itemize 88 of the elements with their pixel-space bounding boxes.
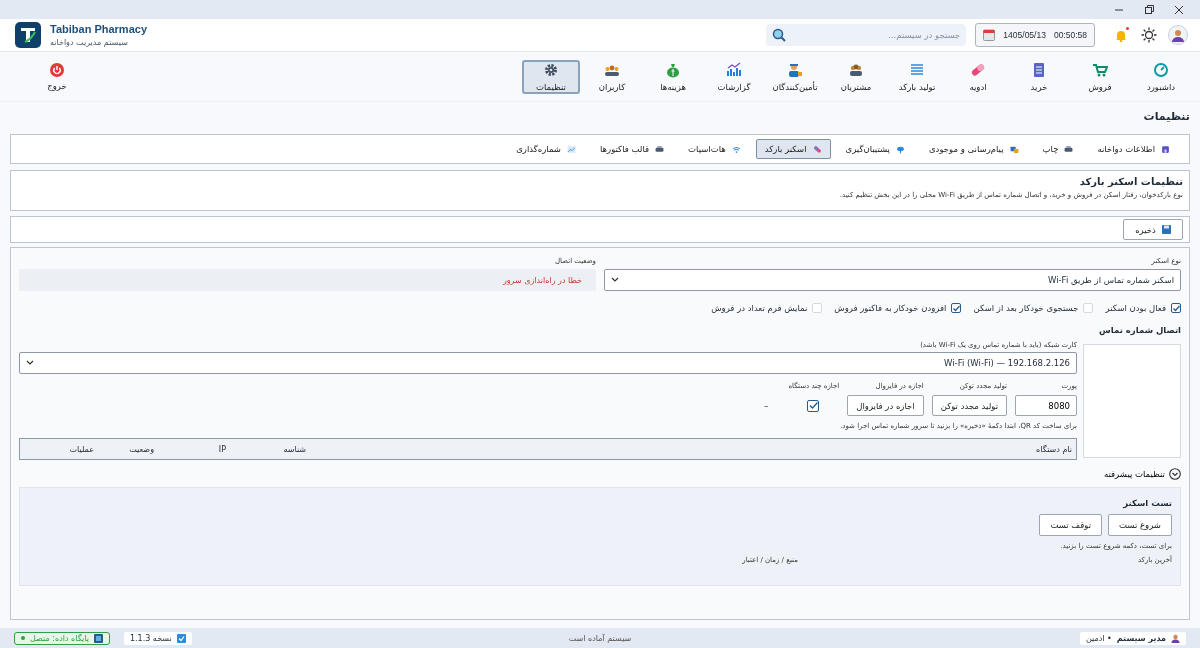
chart-icon xyxy=(566,144,576,154)
settings-tab[interactable]: چاپ xyxy=(1033,139,1083,159)
settings-tab[interactable]: پشتیبان‌گیری xyxy=(836,139,914,159)
panel-title: تست اسکنر xyxy=(1122,498,1172,508)
scanner-type-dropdown[interactable]: اسکنر شماره تماس از طریق Wi-Fi xyxy=(604,269,1181,291)
checkbox[interactable] xyxy=(1171,303,1181,313)
nav-item[interactable]: تولید بارکد xyxy=(888,59,946,94)
user-icon xyxy=(1171,633,1180,643)
sun-icon xyxy=(1141,27,1157,43)
power-icon xyxy=(50,62,64,77)
person-icon xyxy=(787,61,803,78)
checkbox-label: نمایش فرم تعداد در فروش xyxy=(711,303,808,313)
cart-icon xyxy=(1092,61,1108,78)
settings-tab[interactable]: قالب فاکتورها xyxy=(590,139,674,159)
start-test-button[interactable]: شروع تست xyxy=(1108,514,1172,536)
status-message: سیستم آماده است xyxy=(568,633,632,643)
port-field[interactable]: 8080 xyxy=(1015,395,1077,416)
bell-icon xyxy=(1114,28,1128,42)
exit-button[interactable]: خروج xyxy=(28,59,86,94)
settings-tab[interactable]: هات‌اسپات xyxy=(679,139,750,159)
column-header: شناسه xyxy=(282,444,306,454)
checkbox[interactable] xyxy=(807,399,820,412)
nav-item[interactable]: کاربران xyxy=(583,59,641,94)
nav-item[interactable]: خرید xyxy=(1010,59,1068,94)
database-status-badge: پایگاه داده: متصل xyxy=(14,631,110,645)
settings-tab[interactable]: پیام‌رسانی و موجودی xyxy=(919,139,1028,159)
money-bag-icon xyxy=(665,61,681,78)
wifi-icon xyxy=(731,144,741,154)
app-title: Tabiban Pharmacy xyxy=(50,23,147,35)
checkbox-label: افزودن خودکار به فاکتور فروش xyxy=(834,303,947,313)
nav-item[interactable]: مشتریان xyxy=(827,59,885,94)
regenerate-token-button[interactable]: تولید مجدد توکن xyxy=(931,395,1007,416)
gauge-icon xyxy=(1153,61,1169,78)
calendar-icon xyxy=(983,29,996,41)
stop-test-button[interactable]: توقف تست xyxy=(1039,514,1102,536)
page-title: تنظیمات xyxy=(1142,110,1190,125)
column-header: IP xyxy=(217,444,226,454)
list-icon xyxy=(909,61,925,78)
chevron-down-icon xyxy=(26,360,34,366)
nav-item[interactable]: تأمین‌کنندگان xyxy=(766,59,824,94)
date-time-display: 1405/05/13 00:50:58 xyxy=(975,23,1095,47)
checkbox[interactable] xyxy=(951,303,962,313)
search-icon xyxy=(772,28,787,42)
settings-tab[interactable]: اسکنر بارکد xyxy=(755,139,831,159)
database-icon xyxy=(93,633,103,643)
nav-item[interactable]: داشبورد xyxy=(1132,59,1190,94)
network-card-dropdown[interactable]: 192.168.2.126 — Wi-Fi (Wi-Fi) xyxy=(19,352,1077,374)
building-icon xyxy=(1161,144,1170,154)
close-icon xyxy=(1174,4,1184,15)
section-title: تنظیمات اسکنر بارکد xyxy=(1078,176,1183,187)
theme-toggle-button[interactable] xyxy=(1139,25,1159,45)
restore-icon xyxy=(1144,4,1154,15)
person-icon xyxy=(1171,28,1185,42)
nav-item[interactable]: هزینه‌ها xyxy=(644,59,702,94)
nav-item[interactable]: فروش xyxy=(1071,59,1129,94)
cloud-icon xyxy=(895,144,905,154)
connection-status-field: خطا در راه‌اندازی سرور xyxy=(19,269,596,291)
advanced-settings-toggle[interactable]: تنظیمات پیشرفته xyxy=(1103,468,1181,480)
status-text: – xyxy=(763,399,770,413)
version-badge: نسخه 1.1.3 xyxy=(123,631,192,645)
column-header: وضعیت xyxy=(128,444,154,454)
document-icon xyxy=(1031,61,1047,78)
logo-icon xyxy=(15,22,41,48)
column-header: نام دستگاه xyxy=(1035,444,1072,454)
save-button[interactable]: ذخیره xyxy=(1123,219,1183,240)
nav-item[interactable]: گزارشات xyxy=(705,59,763,94)
column-header: عملیات xyxy=(68,444,94,454)
message-icon xyxy=(1009,144,1019,154)
printer-icon xyxy=(1064,144,1074,154)
printer-icon xyxy=(655,144,665,154)
settings-tab[interactable]: شماره‌گذاری xyxy=(507,139,585,159)
user-avatar[interactable] xyxy=(1168,25,1188,45)
subsection-title: اتصال شماره تماس xyxy=(1098,325,1181,335)
nav-item[interactable]: ادویه xyxy=(949,59,1007,94)
checkbox-label: جستجوی خودکار بعد از اسکن xyxy=(973,303,1079,313)
nav-item[interactable]: تنظیمات xyxy=(522,59,580,94)
search-field[interactable]: جستجو در سیستم... xyxy=(766,24,967,46)
chevron-down-icon xyxy=(611,277,619,283)
firewall-allow-button[interactable]: اجازه در فایروال xyxy=(847,395,924,416)
gear-icon xyxy=(543,61,559,78)
user-role: • ادمین xyxy=(1086,633,1112,643)
user-name: مدیر سیستم xyxy=(1116,633,1166,643)
app-subtitle: سیستم مدیریت دواخانه xyxy=(50,38,128,47)
checkbox-label: فعال بودن اسکنر xyxy=(1105,303,1166,313)
chevron-down-icon xyxy=(1169,468,1181,480)
pill-icon xyxy=(812,144,822,154)
chart-icon xyxy=(726,61,742,78)
settings-tab[interactable]: اطلاعات دواخانه xyxy=(1088,139,1179,159)
